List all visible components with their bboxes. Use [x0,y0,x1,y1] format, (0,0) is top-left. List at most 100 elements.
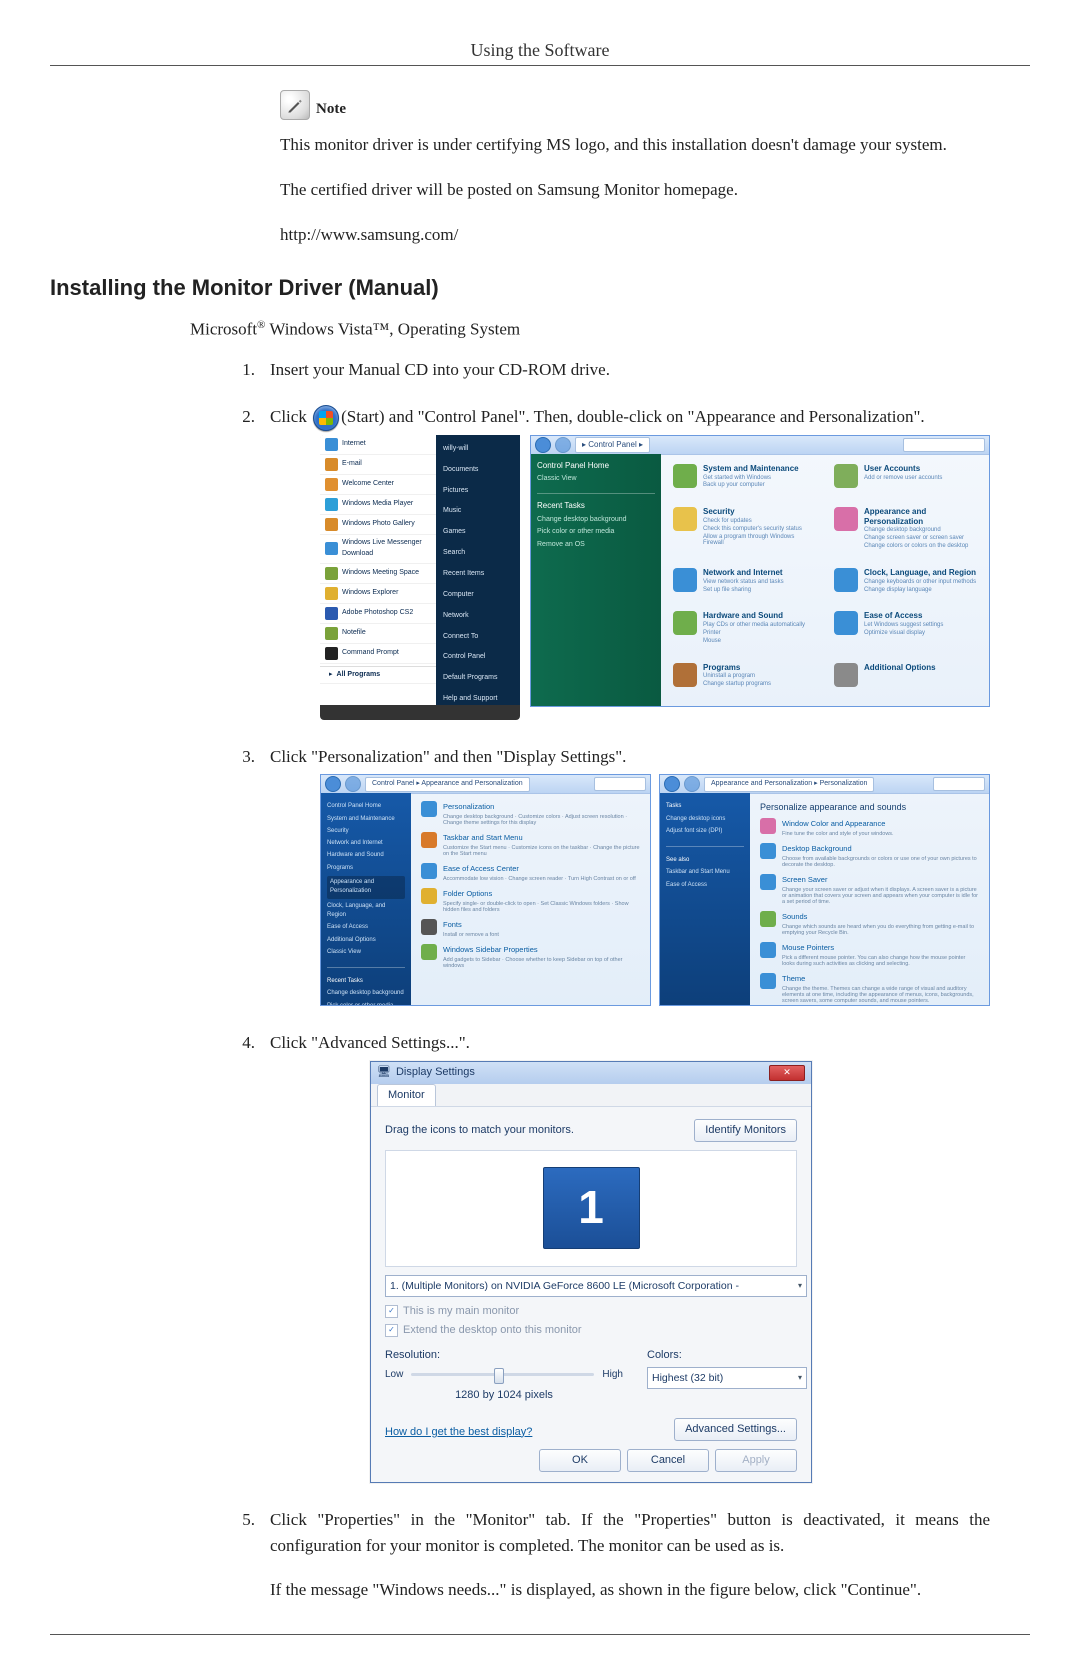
start-menu-right-item[interactable]: Computer [440,585,516,606]
panel-a-item[interactable]: Folder OptionsSpecify single- or double-… [421,888,640,913]
sidebar-recent-item[interactable]: Change desktop background [537,515,655,526]
control-panel-category[interactable]: Ease of AccessLet Windows suggest settin… [834,611,977,652]
monitor-select[interactable]: 1. (Multiple Monitors) on NVIDIA GeForce… [385,1275,807,1297]
back-button[interactable] [535,437,551,453]
breadcrumb[interactable]: Control Panel ▸ Appearance and Personali… [365,777,530,792]
panel-b-item[interactable]: SoundsChange which sounds are heard when… [760,911,979,936]
panel-a-sidebar-item[interactable]: Programs [327,864,405,873]
panel-a-sidebar-item[interactable]: Security [327,827,405,836]
start-menu-right-item[interactable]: Network [440,606,516,627]
control-panel-category[interactable]: Hardware and SoundPlay CDs or other medi… [673,611,816,652]
start-menu-right-item[interactable]: Control Panel [440,647,516,668]
search-input[interactable] [903,438,985,452]
forward-button[interactable] [345,776,361,792]
panel-b-item[interactable]: Window Color and AppearanceFine tune the… [760,818,979,837]
panel-a-sidebar-item[interactable]: Hardware and Sound [327,851,405,860]
sidebar-recent-item[interactable]: Remove an OS [537,540,655,551]
panel-a-item[interactable]: PersonalizationChange desktop background… [421,801,640,826]
panel-a-sidebar: Control Panel Home System and Maintenance… [321,793,411,1005]
resolution-value: 1280 by 1024 pixels [385,1387,623,1404]
control-panel-category[interactable]: Network and InternetView network status … [673,568,816,601]
monitor-arrangement-area[interactable]: 1 [385,1150,797,1267]
panel-b-item[interactable]: Mouse PointersPick a different mouse poi… [760,942,979,967]
control-panel-category[interactable]: Appearance and PersonalizationChange des… [834,507,977,558]
panel-a-sidebar-item[interactable]: Classic View [327,948,405,957]
identify-monitors-button[interactable]: Identify Monitors [694,1119,797,1142]
advanced-settings-button[interactable]: Advanced Settings... [674,1418,797,1441]
panel-b-sidebar-item[interactable]: Change desktop icons [666,815,744,824]
start-menu-right-item[interactable]: Recent Items [440,564,516,585]
panel-a-item[interactable]: Ease of Access CenterAccommodate low vis… [421,863,640,882]
panel-a-sidebar-item[interactable]: Control Panel Home [327,802,405,811]
panel-a-sidebar-item[interactable]: Additional Options [327,936,405,945]
start-menu-item[interactable]: Windows Photo Gallery [320,515,436,535]
start-menu-item[interactable]: E-mail [320,455,436,475]
panel-a-sidebar-item[interactable]: Appearance and Personalization [327,876,405,899]
start-menu-item[interactable]: Windows Meeting Space [320,564,436,584]
back-button[interactable] [325,776,341,792]
panel-a-item[interactable]: Windows Sidebar PropertiesAdd gadgets to… [421,944,640,969]
all-programs-item[interactable]: ▸ All Programs [320,666,436,685]
panel-b-item[interactable]: Desktop BackgroundChoose from available … [760,843,979,868]
panel-a-sidebar-item[interactable]: Network and Internet [327,839,405,848]
control-panel-category[interactable]: SecurityCheck for updatesCheck this comp… [673,507,816,558]
panel-a-sidebar-item[interactable]: Clock, Language, and Region [327,902,405,921]
control-panel-category[interactable]: Additional Options [834,663,977,696]
panel-a-sidebar-item[interactable]: System and Maintenance [327,815,405,824]
panel-a-sidebar-item[interactable]: Ease of Access [327,923,405,932]
panel-b-toolbar: Appearance and Personalization ▸ Persona… [660,775,989,794]
ok-button[interactable]: OK [539,1449,621,1472]
control-panel-category[interactable]: User AccountsAdd or remove user accounts [834,464,977,497]
start-menu-item[interactable]: Internet [320,435,436,455]
start-menu-item[interactable]: Notefile [320,624,436,644]
breadcrumb[interactable]: ▸ Control Panel ▸ [575,437,650,453]
figure-start-and-control-panel: InternetE-mailWelcome CenterWindows Medi… [320,435,990,720]
start-menu-right-item[interactable]: Default Programs [440,668,516,689]
panel-a-recent-item[interactable]: Change desktop background [327,989,405,998]
tab-monitor[interactable]: Monitor [377,1084,436,1106]
forward-button[interactable] [555,437,571,453]
panel-b-sidebar-item[interactable]: Adjust font size (DPI) [666,827,744,836]
start-menu-right-item[interactable]: Music [440,501,516,522]
search-input[interactable] [594,777,646,791]
drag-instruction: Drag the icons to match your monitors. [385,1122,574,1139]
forward-button[interactable] [684,776,700,792]
start-menu-item[interactable]: Windows Live Messenger Download [320,535,436,564]
start-menu-right-item[interactable]: Connect To [440,627,516,648]
sidebar-classic-view[interactable]: Classic View [537,474,655,485]
start-menu-right-item[interactable]: Games [440,522,516,543]
start-menu-item[interactable]: Windows Explorer [320,584,436,604]
start-menu-right-item[interactable]: Help and Support [440,689,516,710]
start-menu-right-item[interactable]: willy-will [440,439,516,460]
cancel-button[interactable]: Cancel [627,1449,709,1472]
search-input[interactable] [933,777,985,791]
control-panel-category[interactable]: System and MaintenanceGet started with W… [673,464,816,497]
panel-a-item[interactable]: FontsInstall or remove a font [421,919,640,938]
panel-b-see-also-item[interactable]: Ease of Access [666,881,744,890]
close-button[interactable]: ✕ [769,1065,805,1081]
start-menu-item[interactable]: Windows Media Player [320,495,436,515]
sidebar-see-also-head: See also [666,856,744,865]
panel-b-see-also-item[interactable]: Taskbar and Start Menu [666,868,744,877]
breadcrumb[interactable]: Appearance and Personalization ▸ Persona… [704,777,874,792]
control-panel-category[interactable]: Clock, Language, and RegionChange keyboa… [834,568,977,601]
start-menu-item[interactable]: Command Prompt [320,644,436,664]
start-menu-right-item[interactable]: Search [440,543,516,564]
start-menu-right-item[interactable]: Pictures [440,481,516,502]
sidebar-recent-item[interactable]: Pick color or other media [537,527,655,538]
colors-select[interactable]: Highest (32 bit)▾ [647,1367,807,1389]
start-menu-item[interactable]: Adobe Photoshop CS2 [320,604,436,624]
control-panel-category[interactable]: ProgramsUninstall a programChange startu… [673,663,816,696]
resolution-slider[interactable]: Low High [385,1367,623,1383]
dialog-titlebar: 🖥 Display Settings ✕ [371,1062,811,1084]
panel-b-item[interactable]: Screen SaverChange your screen saver or … [760,874,979,905]
step-5-extra: If the message "Windows needs..." is dis… [270,1577,990,1603]
back-button[interactable] [664,776,680,792]
start-menu-right-item[interactable]: Documents [440,460,516,481]
start-menu-item[interactable]: Welcome Center [320,475,436,495]
panel-a-recent-item[interactable]: Pick color or other media [327,1002,405,1007]
panel-b-item[interactable]: ThemeChange the theme. Themes can change… [760,973,979,1004]
monitor-1-icon[interactable]: 1 [543,1167,640,1249]
best-display-link[interactable]: How do I get the best display? [385,1424,532,1441]
panel-a-item[interactable]: Taskbar and Start MenuCustomize the Star… [421,832,640,857]
